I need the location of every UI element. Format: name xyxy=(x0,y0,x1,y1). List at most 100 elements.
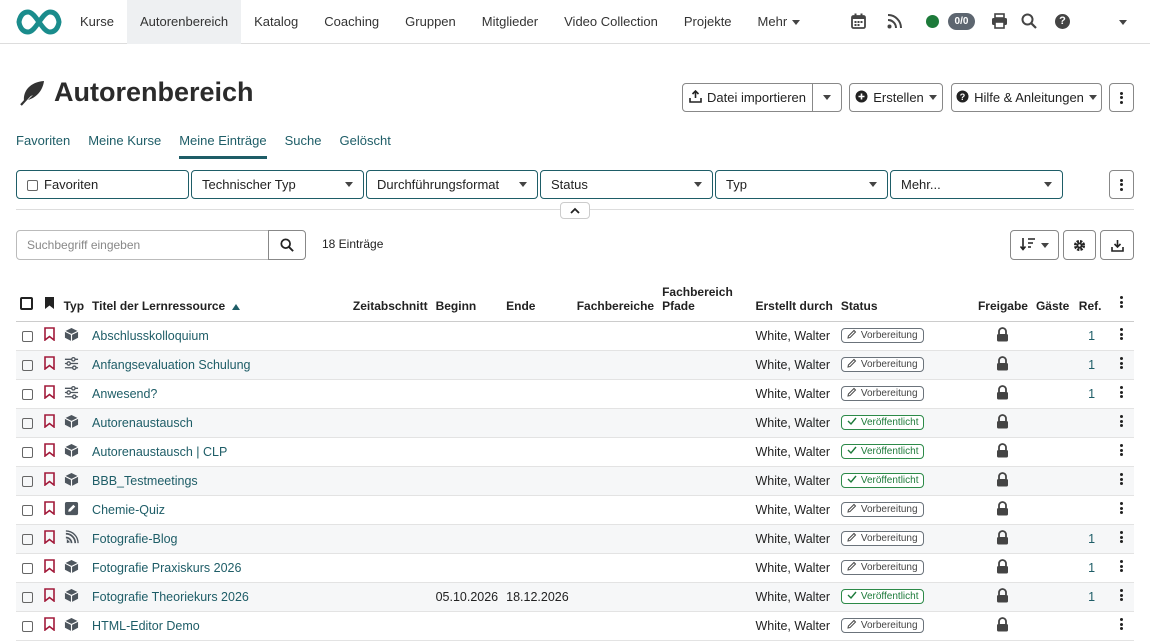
resource-title-link[interactable]: Abschlusskolloquium xyxy=(92,329,209,343)
title-column-header[interactable]: Titel der Lernressource xyxy=(88,280,349,322)
vertical-dots-icon[interactable] xyxy=(1119,617,1123,632)
created-by-column-header[interactable]: Erstellt durch xyxy=(751,280,837,322)
vertical-dots-icon[interactable] xyxy=(1119,414,1123,429)
nav-item-more[interactable]: Mehr xyxy=(745,0,814,44)
favorites-checkbox[interactable] xyxy=(27,180,38,192)
help-guides-button[interactable]: ? Hilfe & Anleitungen xyxy=(951,83,1102,112)
resource-title-link[interactable]: BBB_Testmeetings xyxy=(92,474,198,488)
help-icon[interactable]: ? xyxy=(1055,14,1070,29)
vertical-dots-icon[interactable] xyxy=(1119,356,1123,371)
nav-item-gruppen[interactable]: Gruppen xyxy=(392,0,469,44)
resource-title-link[interactable]: Chemie-Quiz xyxy=(92,503,165,517)
technical-type-filter[interactable]: Technischer Typ xyxy=(191,170,364,199)
nav-item-projekte[interactable]: Projekte xyxy=(671,0,745,44)
filter-more-actions-button[interactable] xyxy=(1109,170,1134,199)
nav-item-katalog[interactable]: Katalog xyxy=(241,0,311,44)
resource-title-link[interactable]: Anwesend? xyxy=(92,387,157,401)
bookmark-icon[interactable] xyxy=(43,385,55,402)
status-column-header[interactable]: Status xyxy=(836,280,974,322)
release-column-header[interactable]: Freigabe xyxy=(973,280,1032,322)
vertical-dots-icon[interactable] xyxy=(1119,327,1123,342)
vertical-dots-icon[interactable] xyxy=(1119,385,1123,400)
vertical-dots-icon[interactable] xyxy=(1119,501,1123,516)
bookmark-icon[interactable] xyxy=(43,501,55,518)
bookmark-icon[interactable] xyxy=(43,443,55,460)
bookmark-icon[interactable] xyxy=(43,356,55,373)
vertical-dots-icon[interactable] xyxy=(1119,588,1123,603)
online-status-icon[interactable] xyxy=(926,15,939,28)
search-icon[interactable] xyxy=(1021,13,1037,32)
nav-item-coaching[interactable]: Coaching xyxy=(311,0,392,44)
begin-column-header[interactable]: Beginn xyxy=(431,280,503,322)
create-button[interactable]: Erstellen xyxy=(849,83,943,112)
search-button[interactable] xyxy=(268,230,306,260)
export-button[interactable] xyxy=(1100,230,1134,260)
row-checkbox[interactable] xyxy=(22,620,33,632)
table-row[interactable]: Autorenaustausch | CLP White, Walter Veröf… xyxy=(16,437,1134,467)
end-column-header[interactable]: Ende xyxy=(502,280,573,322)
nav-item-autorenbereich[interactable]: Autorenbereich xyxy=(126,0,242,44)
row-checkbox[interactable] xyxy=(22,446,33,458)
select-all-checkbox[interactable] xyxy=(20,296,33,310)
header-more-actions-button[interactable] xyxy=(1109,83,1134,112)
subject-paths-column-header[interactable]: Fachbereich Pfade xyxy=(658,280,752,322)
favorites-filter[interactable]: Favoriten xyxy=(16,170,189,199)
execution-format-filter[interactable]: Durchführungsformat xyxy=(366,170,538,199)
nav-item-kurse[interactable]: Kurse xyxy=(67,0,127,44)
ref-count-link[interactable]: 1 xyxy=(1088,387,1095,401)
table-row[interactable]: HTML-Editor Demo White, Walter Vorbereitun… xyxy=(16,611,1134,641)
nav-item-mitglieder[interactable]: Mitglieder xyxy=(469,0,551,44)
table-row[interactable]: Fotografie Praxiskurs 2026 White, Walter V… xyxy=(16,553,1134,583)
bookmark-icon[interactable] xyxy=(43,559,55,576)
search-input[interactable] xyxy=(16,230,269,260)
table-row[interactable]: Anfangsevaluation Schulung White, Walter V… xyxy=(16,350,1134,380)
ref-count-link[interactable]: 1 xyxy=(1088,358,1095,372)
calendar-icon[interactable] xyxy=(851,13,866,32)
vertical-dots-icon[interactable] xyxy=(1119,472,1123,487)
rss-icon[interactable] xyxy=(887,13,902,32)
row-checkbox[interactable] xyxy=(22,475,33,487)
row-checkbox[interactable] xyxy=(22,359,33,371)
collapse-filters-button[interactable] xyxy=(560,202,590,219)
ref-column-header[interactable]: Ref. xyxy=(1074,280,1109,322)
resource-title-link[interactable]: Autorenaustausch | CLP xyxy=(92,445,227,459)
row-checkbox[interactable] xyxy=(22,504,33,516)
ref-count-link[interactable]: 1 xyxy=(1088,590,1095,604)
bookmark-icon[interactable] xyxy=(43,588,55,605)
table-row[interactable]: Anwesend? White, Walter Vorbereitung 1 xyxy=(16,379,1134,409)
vertical-dots-icon[interactable] xyxy=(1119,443,1123,458)
subjects-column-header[interactable]: Fachbereiche xyxy=(572,280,659,322)
bookmark-column-header[interactable] xyxy=(39,280,60,322)
tab-meine-kurse[interactable]: Meine Kurse xyxy=(88,133,161,159)
bookmark-icon[interactable] xyxy=(43,530,55,547)
status-filter[interactable]: Status xyxy=(540,170,713,199)
import-options-button[interactable] xyxy=(812,83,842,112)
resource-title-link[interactable]: Fotografie Praxiskurs 2026 xyxy=(92,561,241,575)
type-column-header[interactable]: Typ xyxy=(59,280,89,322)
table-settings-button[interactable] xyxy=(1063,230,1096,260)
table-row[interactable]: Fotografie Theoriekurs 2026 05.10.2026 18.… xyxy=(16,582,1134,612)
bookmark-icon[interactable] xyxy=(43,617,55,634)
vertical-dots-icon[interactable] xyxy=(1119,530,1123,545)
resource-title-link[interactable]: Autorenaustausch xyxy=(92,416,193,430)
table-row[interactable]: Chemie-Quiz White, Walter Vorbereitung xyxy=(16,495,1134,525)
vertical-dots-icon[interactable] xyxy=(1119,559,1123,574)
resource-title-link[interactable]: Fotografie-Blog xyxy=(92,532,177,546)
ref-count-link[interactable]: 1 xyxy=(1088,532,1095,546)
row-checkbox[interactable] xyxy=(22,417,33,429)
nav-item-video-collection[interactable]: Video Collection xyxy=(551,0,671,44)
row-checkbox[interactable] xyxy=(22,388,33,400)
ref-count-link[interactable]: 1 xyxy=(1088,561,1095,575)
bookmark-icon[interactable] xyxy=(43,414,55,431)
tab-favoriten[interactable]: Favoriten xyxy=(16,133,70,159)
table-row[interactable]: Abschlusskolloquium White, Walter Vorberei… xyxy=(16,321,1134,351)
app-logo-icon[interactable] xyxy=(16,9,62,38)
ref-count-link[interactable]: 1 xyxy=(1088,329,1095,343)
row-checkbox[interactable] xyxy=(22,562,33,574)
table-actions-header[interactable] xyxy=(1108,280,1134,322)
notification-counter[interactable]: 0/0 xyxy=(948,13,975,30)
row-checkbox[interactable] xyxy=(22,591,33,603)
table-row[interactable]: Fotografie-Blog White, Walter Vorbereitung… xyxy=(16,524,1134,554)
print-icon[interactable] xyxy=(991,13,1008,32)
import-file-button[interactable]: Datei importieren xyxy=(682,83,813,112)
